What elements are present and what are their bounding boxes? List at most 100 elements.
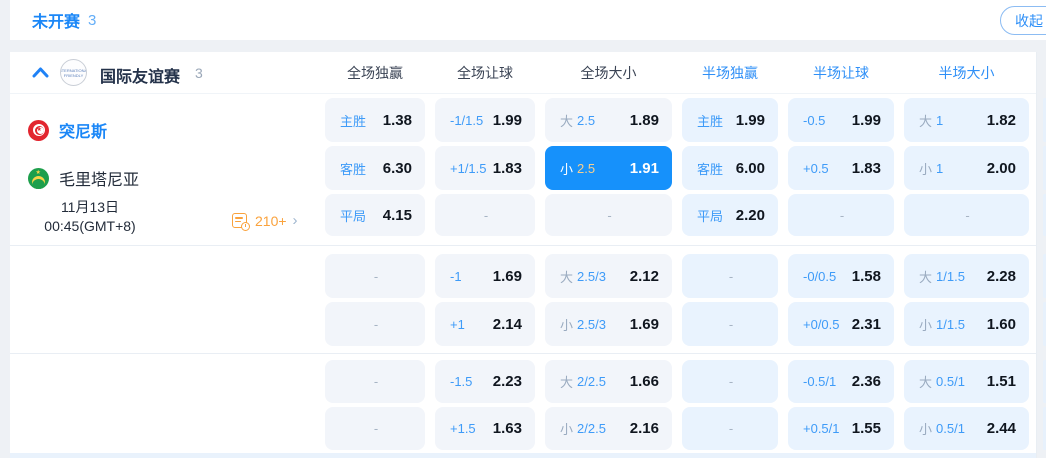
odds-cell[interactable]: +1 2.14 <box>435 302 535 346</box>
home-team-row[interactable]: ★ 突尼斯 <box>28 108 107 152</box>
odds-cell[interactable]: +0.5 1.83 <box>788 146 894 190</box>
handicap-line: 2.5 <box>577 112 596 128</box>
odds-cell[interactable]: -1 1.69 <box>435 254 535 298</box>
odds-cell[interactable]: +0.5/1 1.55 <box>788 407 894 450</box>
collapse-all-button[interactable]: 收起 <box>1000 6 1046 35</box>
league-match-count: 3 <box>195 65 203 81</box>
odds-cell[interactable]: -0.5/1 2.36 <box>788 360 894 403</box>
away-team-name: 毛里塔尼亚 <box>59 172 140 189</box>
odds-cell[interactable]: 大 1/1.5 2.28 <box>904 254 1029 298</box>
odds-label: -1.5 <box>450 374 473 389</box>
odds-cell[interactable]: -1.5 2.23 <box>435 360 535 403</box>
over-under-label: 小 <box>919 317 933 333</box>
markets-count: 210+ <box>255 212 287 229</box>
odds-value: 1.63 <box>492 420 522 437</box>
odds-label: 平局 <box>340 208 367 224</box>
odds-cell[interactable]: +0/0.5 2.31 <box>788 302 894 346</box>
odds-cell[interactable]: -0/0.5 1.58 <box>788 254 894 298</box>
odds-cell[interactable]: 大 1 1.82 <box>904 98 1029 142</box>
column-header-2: 全场大小 <box>580 65 637 81</box>
away-team-row[interactable]: ★ 毛里塔尼亚 <box>28 156 139 200</box>
handicap-line: 1 <box>936 112 944 128</box>
status-filter-bar: 未开赛 3 收起 <box>10 0 1046 40</box>
odds-cell[interactable]: 小 2/2.5 2.16 <box>545 407 672 450</box>
odds-cell[interactable]: -1/1.5 1.99 <box>435 98 535 142</box>
chevron-right-icon: › <box>292 212 298 229</box>
odds-cell-selected[interactable]: 小 2.5 1.91 <box>545 146 672 190</box>
over-under-label: 大 <box>919 113 933 129</box>
odds-cell[interactable]: 小 2.5/3 1.69 <box>545 302 672 346</box>
handicap-line: 0.5/1 <box>936 374 965 389</box>
odds-label: +1.5 <box>450 421 476 436</box>
odds-value: 1.69 <box>629 315 659 333</box>
odds-value: 1.51 <box>986 373 1016 390</box>
odds-cell[interactable]: 大 0.5/1 1.51 <box>904 360 1029 403</box>
odds-cell[interactable]: 主胜 1.38 <box>325 98 425 142</box>
status-filter-title[interactable]: 未开赛 <box>32 8 80 32</box>
market-column-headers: 全场独赢 全场让球 全场大小 半场独赢 半场让球 半场大小 <box>325 52 1029 94</box>
odds-value: 4.15 <box>382 206 412 224</box>
odds-label: -0.5 <box>803 112 826 128</box>
odds-value: 2.23 <box>492 373 522 390</box>
odds-cell[interactable]: 平局 4.15 <box>325 194 425 236</box>
odds-value: 1.99 <box>492 111 522 129</box>
odds-cell[interactable]: 客胜 6.30 <box>325 146 425 190</box>
odds-group-alt-lines-1: - -1 1.69 大 2.5/3 2.12- -0/0.5 1.58 大 1/1.5 2.28- +… <box>325 254 1029 346</box>
odds-label: -0.5/1 <box>803 374 837 389</box>
odds-label: 客胜 <box>697 161 724 177</box>
handicap-line: 0.5/1 <box>936 421 965 436</box>
handicap-line: 2/2.5 <box>577 421 606 436</box>
odds-value: 1.83 <box>851 159 881 177</box>
odds-cell[interactable]: 大 2/2.5 1.66 <box>545 360 672 403</box>
empty-odds-dash: - <box>373 374 379 389</box>
column-header-0: 全场独赢 <box>347 65 403 81</box>
empty-odds-dash: - <box>373 421 379 436</box>
empty-odds-dash: - <box>839 207 845 223</box>
more-markets-link[interactable]: 210+ › <box>232 212 298 231</box>
odds-cell-empty: - <box>325 302 425 346</box>
odds-cell[interactable]: 大 2.5/3 2.12 <box>545 254 672 298</box>
odds-cell[interactable]: 小 1 2.00 <box>904 146 1029 190</box>
odds-value: 2.36 <box>851 373 881 390</box>
odds-label: +0/0.5 <box>803 316 840 332</box>
odds-value: 1.99 <box>735 111 765 129</box>
odds-cell[interactable]: 小 0.5/1 2.44 <box>904 407 1029 450</box>
handicap-line: 2.5/3 <box>577 316 606 332</box>
odds-label: +1/1.5 <box>450 160 487 176</box>
odds-cell-empty: - <box>325 254 425 298</box>
match-date: 11月13日 <box>60 199 120 215</box>
odds-label: 平局 <box>697 208 724 224</box>
odds-cell[interactable]: 大 2.5 1.89 <box>545 98 672 142</box>
home-team-name: 突尼斯 <box>59 124 108 141</box>
odds-cell[interactable]: +1/1.5 1.83 <box>435 146 535 190</box>
odds-cell[interactable]: 客胜 6.00 <box>682 146 778 190</box>
over-under-label: 小 <box>560 161 574 177</box>
odds-label: 主胜 <box>697 113 724 129</box>
odds-value: 1.69 <box>492 267 522 285</box>
odds-cell[interactable]: +1.5 1.63 <box>435 407 535 450</box>
odds-cell-empty: - <box>325 360 425 403</box>
league-logo: INTERNATIONAL FRIENDLY <box>60 59 87 86</box>
odds-cell[interactable]: -0.5 1.99 <box>788 98 894 142</box>
mauritania-flag-icon: ★ <box>28 167 49 189</box>
odds-value: 2.14 <box>492 315 522 333</box>
handicap-line: 2.5 <box>577 160 596 176</box>
odds-value: 6.30 <box>382 159 412 177</box>
handicap-line: 1 <box>936 160 944 176</box>
odds-cell[interactable]: 平局 2.20 <box>682 194 778 236</box>
league-collapse-chevron-icon[interactable] <box>32 65 49 83</box>
match-time: 00:45(GMT+8) <box>44 218 136 234</box>
odds-group-alt-lines-2: - -1.5 2.23 大 2/2.5 1.66- -0.5/1 2.36 大 0.5/1 1.51… <box>325 360 1029 450</box>
odds-cell[interactable]: 小 1/1.5 1.60 <box>904 302 1029 346</box>
odds-value: 1.55 <box>851 420 881 437</box>
over-under-label: 大 <box>919 269 933 285</box>
odds-cell[interactable]: 主胜 1.99 <box>682 98 778 142</box>
odds-cell-empty: - <box>788 194 894 236</box>
over-under-label: 大 <box>560 113 574 129</box>
next-section-edge <box>10 453 1036 458</box>
empty-odds-dash: - <box>607 207 612 223</box>
odds-label: +1 <box>450 316 465 332</box>
empty-odds-dash: - <box>373 316 379 332</box>
group-divider <box>10 353 1036 354</box>
league-name[interactable]: 国际友谊赛 <box>100 63 180 87</box>
